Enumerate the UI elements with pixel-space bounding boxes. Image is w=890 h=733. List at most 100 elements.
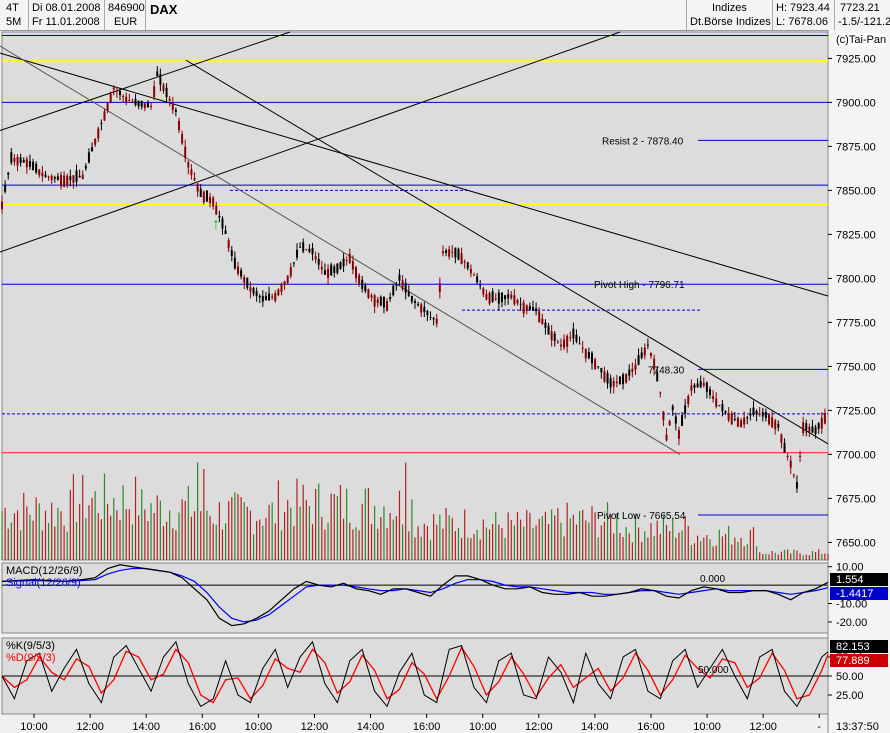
- candle-body: [184, 146, 187, 158]
- candle-body: [584, 348, 587, 359]
- candle-body: [159, 74, 162, 85]
- price-tick-label: 7800.00: [836, 273, 876, 285]
- candle-body: [634, 364, 637, 370]
- chart-area[interactable]: 7650.00 7675.00 7700.00 7725.00 7750.00 7775.…: [0, 30, 890, 733]
- signal-title: Signal(12/26/9): [6, 577, 81, 589]
- candle-body: [448, 249, 451, 257]
- candle-body: [594, 359, 597, 369]
- candle-body: [817, 423, 820, 429]
- candle-body: [482, 288, 485, 295]
- candle-body: [761, 411, 764, 417]
- candle-body: [743, 417, 746, 425]
- candle-body: [752, 407, 755, 415]
- candle-body: [473, 274, 475, 276]
- candle-body: [740, 420, 743, 428]
- candle-body: [302, 242, 305, 252]
- candle-body: [441, 251, 444, 254]
- pivot-high-label: Pivot High - 7796.71: [594, 280, 685, 291]
- exchange: Dt.Börse Indizes: [690, 16, 771, 28]
- candle-body: [56, 176, 59, 181]
- time-tick-label: 10:00: [245, 721, 273, 733]
- candle-body: [414, 301, 416, 303]
- candle-body: [631, 368, 634, 373]
- time-tick-label: 10:00: [20, 721, 48, 733]
- candle-body: [7, 172, 10, 175]
- candle-body: [97, 128, 100, 139]
- candle-body: [466, 262, 469, 269]
- candle-body: [733, 418, 736, 420]
- signal-value: -1.4417: [836, 588, 873, 600]
- candle-body: [153, 85, 156, 97]
- candle-body: [119, 91, 121, 96]
- candle-body: [792, 474, 795, 476]
- candle-body: [174, 109, 177, 112]
- candle-body: [730, 413, 733, 425]
- candle-body: [445, 250, 448, 254]
- candle-body: [237, 266, 239, 274]
- price-panel: [1, 31, 829, 561]
- candle-body: [274, 293, 277, 301]
- candle-body: [317, 259, 320, 265]
- macd-zero-label: 0.000: [700, 574, 725, 585]
- candle-body: [488, 292, 491, 304]
- candle-body: [563, 339, 566, 348]
- candle-body: [786, 455, 789, 457]
- candle-body: [87, 152, 90, 163]
- candle-body: [10, 152, 13, 163]
- timeframe-days[interactable]: 4T: [6, 1, 19, 15]
- candle-body: [805, 423, 808, 431]
- candle-body: [410, 295, 413, 302]
- candle-body: [699, 381, 702, 388]
- candle-body: [53, 177, 56, 179]
- candle-body: [38, 169, 41, 176]
- candle-body: [146, 102, 149, 108]
- price-tick-label: 7850.00: [836, 185, 876, 197]
- candle-body: [429, 317, 432, 319]
- time-tick-label: 12:00: [301, 721, 329, 733]
- candle-body: [705, 382, 708, 392]
- macd-title: MACD(12/26/9): [6, 565, 82, 577]
- candle-body: [128, 99, 131, 101]
- candle-body: [196, 183, 199, 192]
- candle-body: [72, 175, 75, 183]
- candle-body: [395, 284, 398, 286]
- timeframe-minutes[interactable]: 5M: [6, 15, 21, 29]
- candle-body: [268, 293, 271, 301]
- candle-body: [696, 383, 699, 388]
- candle-body: [547, 325, 550, 335]
- candle-body: [510, 294, 513, 299]
- candle-body: [789, 460, 792, 468]
- candle-body: [202, 191, 205, 203]
- stoch-tick-label: 25.00: [836, 690, 864, 702]
- candle-body: [522, 302, 525, 314]
- candle-body: [106, 102, 109, 111]
- candle-body: [25, 159, 28, 168]
- candle-body: [690, 385, 693, 391]
- candle-body: [709, 389, 711, 396]
- candle-body: [364, 285, 367, 292]
- time-tick-label: 16:00: [637, 721, 665, 733]
- candle-body: [407, 291, 410, 296]
- candle-body: [643, 347, 646, 356]
- candle-body: [178, 120, 180, 131]
- candle-body: [19, 157, 22, 163]
- change-value: -1.5/-121.2: [838, 16, 890, 28]
- candle-body: [423, 307, 426, 312]
- candle-body: [249, 287, 252, 292]
- price-tick-label: 7875.00: [836, 141, 876, 153]
- candle-body: [69, 176, 72, 181]
- candle-body: [389, 297, 392, 299]
- candle-body: [628, 369, 631, 376]
- candle-body: [438, 282, 441, 292]
- candle-body: [460, 253, 463, 265]
- time-tick-label: 16:00: [189, 721, 217, 733]
- candle-body: [299, 246, 302, 248]
- low-value: L: 7678.06: [776, 16, 828, 28]
- candle-body: [727, 412, 730, 421]
- candle-body: [718, 404, 721, 406]
- candle-body: [684, 405, 687, 414]
- candle-body: [435, 318, 438, 324]
- candle-body: [687, 395, 690, 404]
- copyright-label: (c)Tai-Pan: [836, 33, 887, 47]
- candle-body: [75, 170, 78, 182]
